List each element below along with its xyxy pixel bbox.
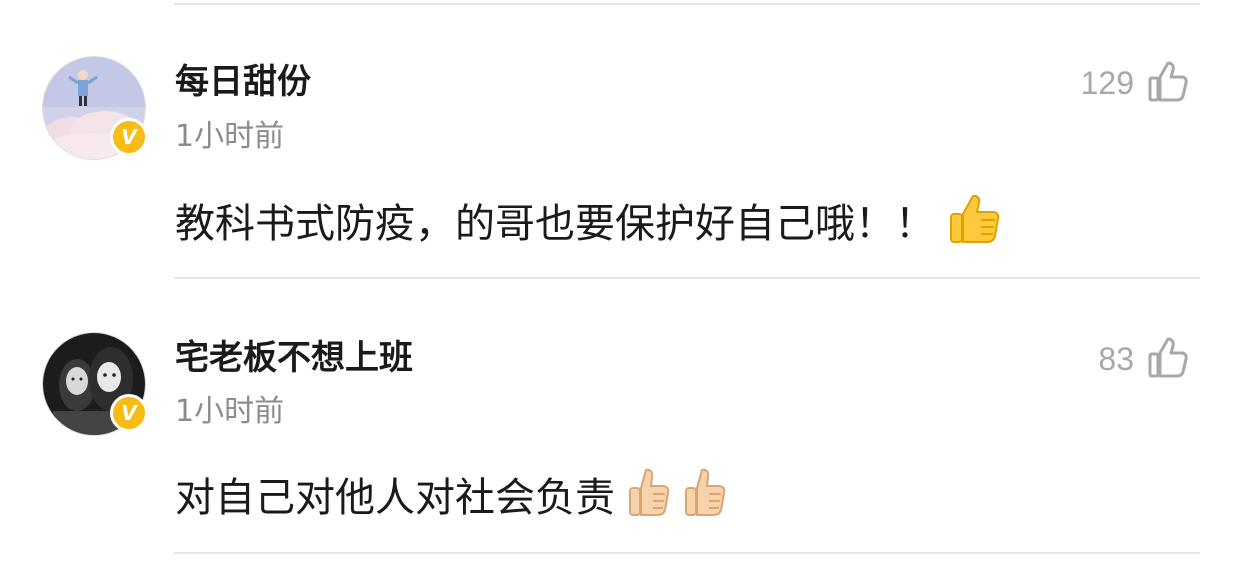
divider (174, 3, 1200, 5)
comment-text: 教科书式防疫，的哥也要保护好自己哦！！ (175, 190, 1003, 258)
comment-username[interactable]: 每日甜份 (175, 62, 311, 102)
divider (174, 277, 1200, 279)
comment-timestamp: 1小时前 (175, 394, 285, 429)
like-button[interactable]: 129 (1081, 60, 1188, 106)
thumbs-up-outline-icon (1148, 60, 1188, 106)
avatar[interactable]: V (42, 56, 148, 160)
thumbs-up-emoji-icon (683, 466, 727, 530)
like-count: 83 (1098, 341, 1134, 377)
comment-text-body: 对自己对他人对社会负责 (175, 475, 615, 521)
like-count: 129 (1080, 65, 1134, 101)
comment-text: 对自己对他人对社会负责 (175, 466, 727, 530)
verified-badge-icon: V (110, 394, 148, 432)
comment-timestamp: 1小时前 (175, 119, 285, 154)
verified-badge-icon: V (110, 118, 148, 156)
like-button[interactable]: 83 (1098, 336, 1188, 382)
thumbs-up-emoji-icon (627, 466, 671, 530)
thumbs-up-emoji-icon (947, 190, 1003, 258)
divider (174, 552, 1200, 554)
avatar[interactable]: V (42, 332, 148, 436)
thumbs-up-outline-icon (1148, 336, 1188, 382)
comment-username[interactable]: 宅老板不想上班 (175, 338, 413, 378)
comment-text-body: 教科书式防疫，的哥也要保护好自己哦！！ (175, 201, 935, 247)
